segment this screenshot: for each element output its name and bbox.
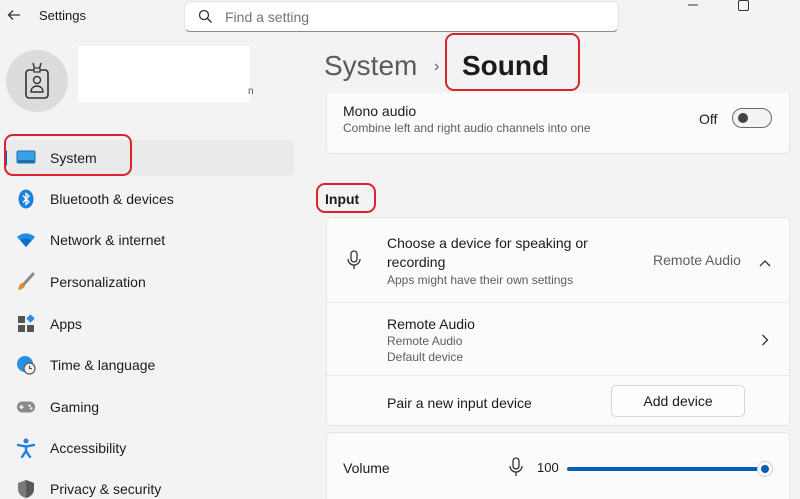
search-input[interactable] — [225, 8, 605, 25]
sidebar-item-label: Time & language — [50, 357, 156, 373]
gamepad-icon — [16, 397, 36, 417]
pair-device-title: Pair a new input device — [387, 395, 532, 411]
choose-input-device-row[interactable]: Choose a device for speaking or recordin… — [327, 218, 789, 302]
sidebar-item-label: Gaming — [50, 399, 100, 415]
choose-device-title-line1: Choose a device for speaking or — [387, 235, 588, 251]
mono-audio-state: Off — [699, 111, 718, 127]
wifi-icon — [16, 230, 36, 250]
minimize-button[interactable] — [670, 0, 716, 14]
sidebar-item-label: Personalization — [50, 274, 146, 290]
pair-input-device-row: Pair a new input device Add device — [327, 376, 789, 426]
microphone-icon[interactable] — [509, 457, 523, 482]
maximize-button[interactable] — [720, 0, 766, 14]
sidebar-item-label: Bluetooth & devices — [50, 191, 174, 207]
search-icon — [185, 9, 225, 24]
sidebar-item-system[interactable]: System — [4, 140, 294, 176]
page-title: Sound — [462, 50, 550, 81]
volume-card: Volume 100 — [326, 432, 790, 499]
badge-icon — [25, 62, 49, 99]
profile-name-redacted — [78, 46, 250, 102]
shield-icon — [16, 479, 36, 499]
chevron-up-icon[interactable] — [759, 254, 771, 272]
sidebar-item-label: Accessibility — [50, 440, 127, 456]
mono-audio-card: Mono audio Combine left and right audio … — [326, 93, 790, 154]
toggle-knob — [738, 113, 748, 123]
add-device-button[interactable]: Add device — [611, 385, 745, 417]
sidebar-item-apps[interactable]: Apps — [4, 306, 294, 342]
sidebar-item-time-language[interactable]: Time & language — [4, 347, 294, 383]
chevron-right-icon: › — [434, 58, 440, 75]
sidebar-item-privacy-security[interactable]: Privacy & security — [4, 471, 294, 499]
globe-clock-icon — [16, 355, 36, 375]
mono-audio-toggle[interactable] — [732, 108, 772, 128]
mono-audio-title: Mono audio — [343, 103, 417, 119]
brush-icon — [16, 272, 36, 292]
bluetooth-icon — [16, 189, 36, 209]
volume-slider-thumb[interactable] — [757, 461, 773, 477]
back-arrow-icon — [7, 10, 20, 20]
choose-device-description: Apps might have their own settings — [387, 273, 574, 287]
monitor-icon — [16, 148, 36, 168]
input-card: Choose a device for speaking or recordin… — [326, 217, 790, 426]
profile-email: n — [248, 86, 254, 97]
input-device-row[interactable]: Remote Audio Remote Audio Default device — [327, 303, 789, 375]
volume-value: 100 — [537, 460, 559, 475]
sidebar-item-gaming[interactable]: Gaming — [4, 389, 294, 425]
sidebar-item-label: Network & internet — [50, 232, 166, 248]
microphone-icon — [347, 250, 361, 275]
app-title: Settings — [39, 8, 86, 23]
mono-audio-description: Combine left and right audio channels in… — [343, 121, 591, 135]
selected-input-device: Remote Audio — [653, 252, 741, 268]
sidebar-item-accessibility[interactable]: Accessibility — [4, 430, 294, 466]
sidebar-item-personalization[interactable]: Personalization — [4, 264, 294, 300]
minimize-icon — [688, 4, 698, 6]
input-device-subtitle: Remote Audio — [387, 334, 463, 348]
chevron-right-icon — [761, 333, 769, 351]
sidebar-item-label: Privacy & security — [50, 481, 162, 497]
input-section-label: Input — [325, 191, 360, 207]
search-box[interactable] — [184, 1, 619, 32]
accessibility-icon — [16, 438, 36, 458]
back-button[interactable] — [4, 4, 24, 26]
choose-device-title-line2: recording — [387, 254, 446, 270]
input-device-name: Remote Audio — [387, 316, 475, 332]
input-device-status: Default device — [387, 350, 464, 364]
sidebar-item-label: Apps — [50, 316, 82, 332]
breadcrumb-parent[interactable]: System — [324, 50, 417, 82]
volume-slider-track[interactable] — [567, 467, 765, 471]
sidebar-item-bluetooth[interactable]: Bluetooth & devices — [4, 181, 294, 217]
sidebar-item-label: System — [50, 150, 97, 166]
volume-label: Volume — [343, 460, 390, 476]
apps-icon — [16, 314, 36, 334]
maximize-icon — [737, 0, 749, 11]
title-bar: Settings — [0, 0, 800, 34]
sidebar-item-network[interactable]: Network & internet — [4, 222, 294, 258]
avatar[interactable] — [6, 50, 68, 112]
